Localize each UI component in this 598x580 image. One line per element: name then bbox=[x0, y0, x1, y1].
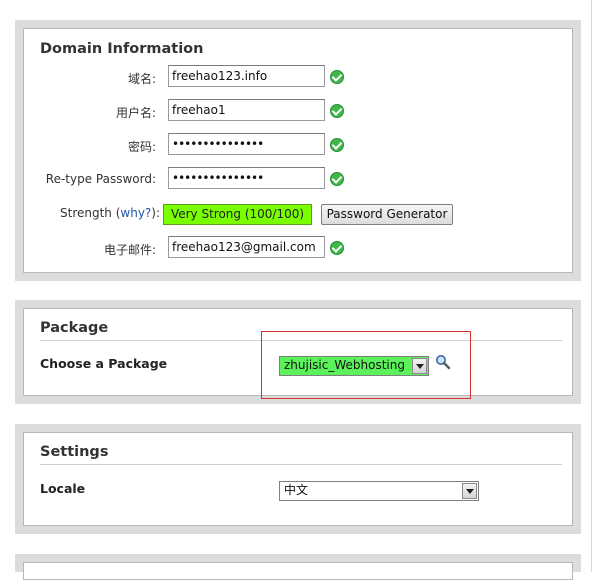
password-input[interactable]: ••••••••••••••• bbox=[168, 133, 325, 155]
retype-password-valid-check-icon bbox=[330, 172, 344, 186]
retype-password-input[interactable]: ••••••••••••••• bbox=[168, 167, 325, 189]
settings-box: Settings Locale bbox=[23, 432, 573, 526]
domain-information-box: Domain Information 域名: freehao123.info 用… bbox=[23, 28, 573, 273]
username-label: 用户名: bbox=[115, 106, 156, 120]
choose-package-label: Choose a Package bbox=[40, 356, 168, 371]
email-input[interactable]: freehao123@gmail.com bbox=[168, 236, 325, 258]
locale-select[interactable]: 中文 bbox=[279, 481, 479, 501]
domain-information-panel: Domain Information 域名: freehao123.info 用… bbox=[15, 20, 581, 281]
username-valid-check-icon bbox=[330, 104, 344, 118]
retype-password-label: Re-type Password: bbox=[45, 172, 156, 186]
package-highlight-box bbox=[261, 331, 471, 399]
strength-why-link[interactable]: why? bbox=[120, 206, 151, 220]
settings-panel: Settings Locale bbox=[15, 424, 581, 534]
next-panel bbox=[15, 554, 581, 580]
email-label: 电子邮件: bbox=[103, 243, 156, 257]
locale-label: Locale bbox=[40, 481, 86, 496]
section-title-settings: Settings bbox=[40, 444, 109, 460]
password-strength-badge: Very Strong (100/100) bbox=[163, 204, 312, 225]
password-label: 密码: bbox=[127, 140, 156, 154]
email-valid-check-icon bbox=[330, 241, 344, 255]
password-valid-check-icon bbox=[330, 138, 344, 152]
username-input[interactable]: freehao1 bbox=[168, 99, 325, 121]
locale-selected-value: 中文 bbox=[284, 483, 309, 497]
domain-name-input[interactable]: freehao123.info bbox=[168, 65, 325, 87]
password-generator-button[interactable]: Password Generator bbox=[321, 204, 453, 225]
locale-dropdown-arrow-icon[interactable] bbox=[462, 483, 477, 499]
page-edge-line bbox=[591, 0, 592, 572]
settings-title-divider bbox=[40, 464, 562, 465]
strength-label-text: Strength ( bbox=[60, 206, 121, 220]
strength-label-close: ): bbox=[151, 206, 161, 220]
section-title-package: Package bbox=[40, 320, 109, 336]
section-title-domain-information: Domain Information bbox=[40, 41, 204, 57]
next-panel-box bbox=[23, 562, 573, 580]
strength-label: Strength (why?): bbox=[60, 206, 160, 220]
domain-name-valid-check-icon bbox=[330, 70, 344, 84]
domain-name-label: 域名: bbox=[127, 72, 156, 86]
